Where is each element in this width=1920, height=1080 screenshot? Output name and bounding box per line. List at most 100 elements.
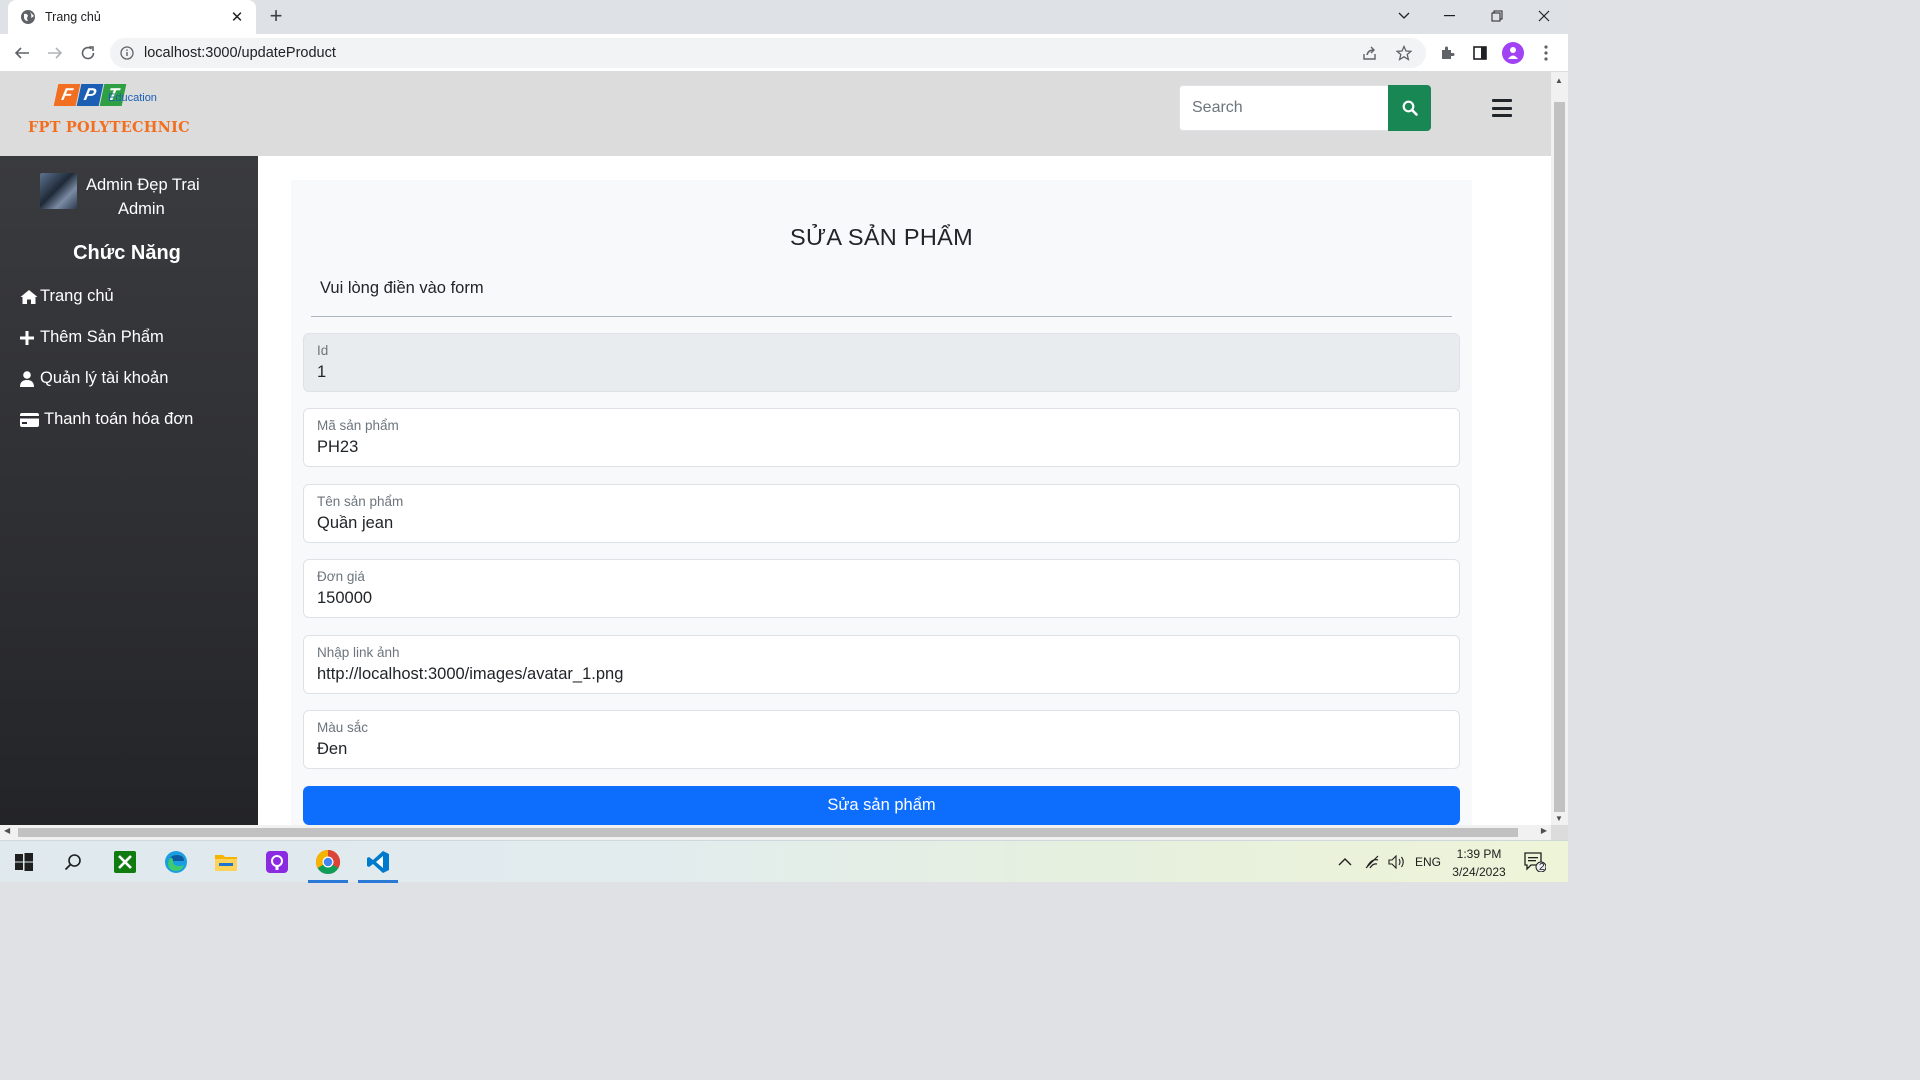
xbox-icon[interactable] [101, 841, 149, 883]
product-code-label: Mã sản phẩm [317, 418, 399, 433]
search-button[interactable] [1388, 85, 1431, 131]
search-icon [1402, 100, 1418, 116]
notification-center-icon[interactable]: 2 [1524, 841, 1546, 883]
globe-icon [20, 9, 36, 25]
plus-icon [20, 329, 39, 347]
id-label: Id [317, 343, 329, 358]
windows-taskbar: ENG 1:39 PM 3/24/2023 2 [0, 840, 1568, 883]
user-role: Admin [118, 200, 165, 218]
product-code-field[interactable]: Mã sản phẩm PH23 [303, 408, 1460, 467]
search-form [1179, 85, 1431, 131]
browser-menu-kebab-icon[interactable] [1534, 41, 1558, 65]
id-value: 1 [317, 363, 327, 381]
site-header: F P T Education FPT POLYTECHNIC [0, 72, 1551, 156]
form-subtitle: Vui lòng điền vào form [320, 279, 484, 297]
user-name: Admin Đẹp Trai [86, 176, 200, 194]
sidebar-item-add-product[interactable]: Thêm Sản Phẩm [20, 328, 164, 347]
wifi-icon[interactable] [1364, 841, 1380, 883]
vscode-taskbar-icon[interactable] [354, 841, 402, 883]
color-value[interactable]: Đen [317, 740, 347, 759]
clock-date: 3/24/2023 [1452, 865, 1506, 879]
sidebar: Admin Đẹp Trai Admin Chức Năng Trang chủ… [0, 156, 258, 825]
color-field[interactable]: Màu sắc Đen [303, 710, 1460, 769]
home-icon [20, 288, 39, 306]
close-window-icon[interactable] [1521, 0, 1567, 32]
tab-search-chevron-icon[interactable] [1381, 0, 1427, 32]
product-code-value[interactable]: PH23 [317, 438, 358, 457]
tab-close-icon[interactable]: ✕ [228, 8, 246, 26]
image-link-field[interactable]: Nhập link ảnh http://localhost:3000/imag… [303, 635, 1460, 694]
vertical-scroll-thumb[interactable] [1554, 102, 1565, 812]
site-info-icon[interactable] [120, 46, 134, 60]
id-field: Id 1 [303, 333, 1460, 392]
horizontal-scroll-thumb[interactable] [18, 828, 1518, 837]
scroll-right-arrow-icon[interactable]: ▶ [1541, 826, 1547, 835]
reload-icon[interactable] [76, 41, 100, 65]
volume-icon[interactable] [1388, 841, 1406, 883]
podcast-app-icon[interactable] [253, 841, 301, 883]
update-product-button[interactable]: Sửa sản phẩm [303, 786, 1460, 825]
taskbar-clock[interactable]: 1:39 PM 3/24/2023 [1440, 845, 1518, 881]
language-indicator[interactable]: ENG [1415, 841, 1441, 883]
sidebar-item-account-management[interactable]: Quản lý tài khoản [20, 369, 168, 388]
new-tab-button[interactable]: + [264, 4, 288, 28]
file-explorer-icon[interactable] [202, 841, 250, 883]
scroll-up-arrow-icon[interactable]: ▲ [1555, 76, 1563, 85]
image-link-label: Nhập link ảnh [317, 645, 400, 660]
sidebar-item-label: Thêm Sản Phẩm [40, 328, 164, 346]
notification-count-badge: 2 [1539, 862, 1545, 873]
image-link-value[interactable]: http://localhost:3000/images/avatar_1.pn… [317, 665, 623, 684]
side-panel-icon[interactable] [1468, 41, 1492, 65]
divider [311, 316, 1452, 317]
browser-toolbar: localhost:3000/updateProduct [0, 34, 1568, 72]
scrollbar-corner [1551, 825, 1568, 840]
hamburger-menu-icon[interactable] [1490, 96, 1514, 120]
address-bar[interactable]: localhost:3000/updateProduct [110, 38, 1426, 68]
sidebar-item-billing[interactable]: Thanh toán hóa đơn [20, 410, 193, 429]
chrome-taskbar-icon[interactable] [304, 841, 352, 883]
share-icon[interactable] [1362, 38, 1378, 68]
sidebar-item-label: Quản lý tài khoản [40, 369, 169, 387]
credit-card-icon [20, 411, 43, 429]
clock-time: 1:39 PM [1456, 847, 1502, 861]
logo-education-text: Education [108, 92, 157, 104]
windows-start-icon[interactable] [0, 841, 48, 883]
page-viewport: F P T Education FPT POLYTECHNIC Admin Đẹ… [0, 72, 1551, 825]
extensions-puzzle-icon[interactable] [1435, 41, 1459, 65]
avatar [40, 173, 77, 209]
product-name-label: Tên sản phẩm [317, 494, 404, 509]
fpt-polytechnic-logo[interactable]: F P T Education FPT POLYTECHNIC [28, 82, 198, 142]
user-icon [20, 370, 39, 388]
product-name-value[interactable]: Quần jean [317, 514, 393, 533]
show-hidden-icons-chevron-icon[interactable] [1338, 841, 1352, 883]
logo-polytechnic-text: FPT POLYTECHNIC [28, 119, 190, 136]
update-product-card: SỬA SẢN PHẨM Vui lòng điền vào form Id 1… [291, 180, 1472, 825]
url-text: localhost:3000/updateProduct [144, 45, 336, 61]
profile-avatar-icon[interactable] [1501, 41, 1525, 65]
sidebar-item-label: Trang chủ [40, 287, 114, 305]
taskbar-search-icon[interactable] [49, 841, 97, 883]
bookmark-star-icon[interactable] [1396, 38, 1412, 68]
forward-arrow-icon[interactable] [43, 41, 67, 65]
sidebar-title: Chức Năng [73, 242, 181, 264]
restore-icon[interactable] [1474, 0, 1520, 32]
back-arrow-icon[interactable] [10, 41, 34, 65]
search-input[interactable] [1179, 85, 1388, 131]
color-label: Màu sắc [317, 720, 369, 735]
minimize-icon[interactable] [1427, 0, 1473, 32]
unit-price-value[interactable]: 150000 [317, 589, 372, 608]
sidebar-item-home[interactable]: Trang chủ [20, 287, 114, 306]
vertical-scrollbar[interactable]: ▲ ▼ [1551, 72, 1568, 825]
unit-price-label: Đơn giá [317, 569, 365, 584]
browser-tab[interactable]: Trang chủ ✕ [8, 0, 256, 34]
horizontal-scrollbar[interactable]: ◀ ▶ [0, 825, 1551, 840]
scroll-down-arrow-icon[interactable]: ▼ [1555, 814, 1563, 823]
product-name-field[interactable]: Tên sản phẩm Quần jean [303, 484, 1460, 543]
edge-browser-icon[interactable] [152, 841, 200, 883]
sidebar-item-label: Thanh toán hóa đơn [44, 410, 194, 428]
scroll-left-arrow-icon[interactable]: ◀ [4, 826, 10, 835]
tab-title: Trang chủ [45, 10, 101, 24]
unit-price-field[interactable]: Đơn giá 150000 [303, 559, 1460, 618]
page-title: SỬA SẢN PHẨM [790, 224, 973, 250]
browser-tab-bar: Trang chủ ✕ + [0, 0, 1568, 34]
